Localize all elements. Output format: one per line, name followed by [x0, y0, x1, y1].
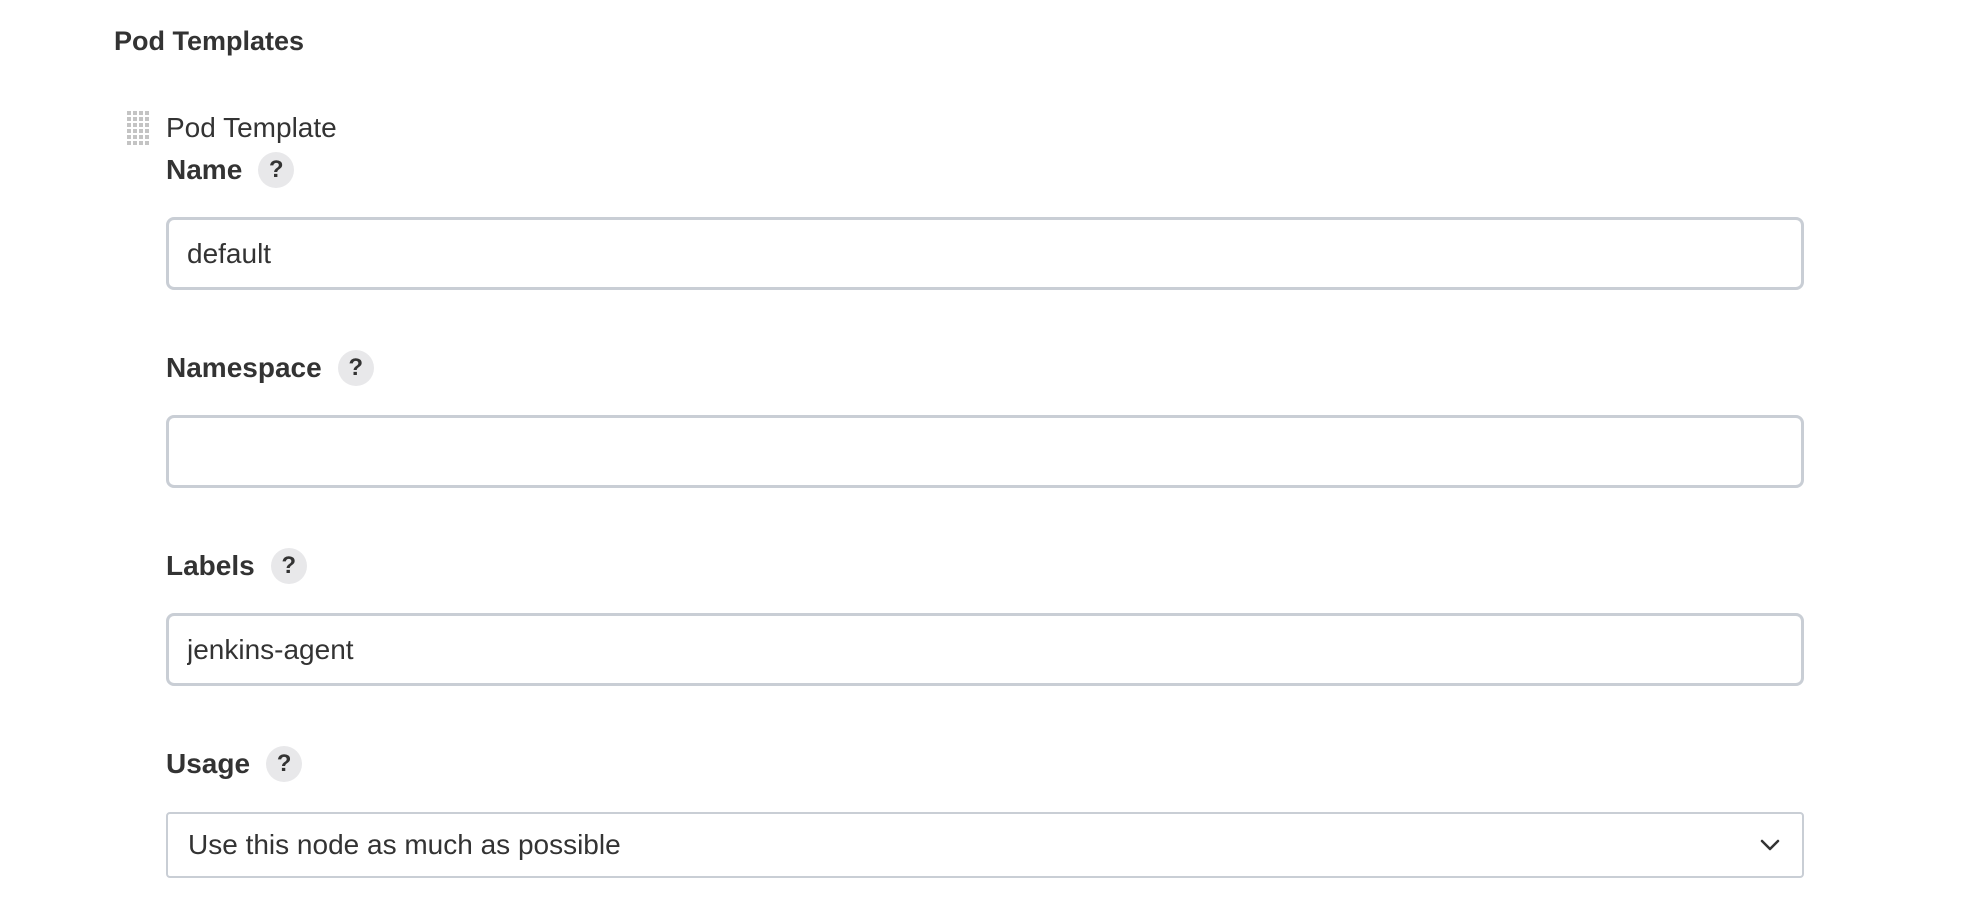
name-input[interactable] — [166, 217, 1804, 290]
pod-templates-page: Pod Templates Pod Template Name ? Namesp… — [0, 0, 1970, 910]
usage-field-label-row: Usage ? — [166, 746, 303, 782]
section-title: Pod Templates — [114, 26, 305, 56]
usage-select[interactable]: Use this node as much as possible — [166, 812, 1804, 878]
name-help-icon[interactable]: ? — [258, 152, 295, 188]
labels-field-label-row: Labels ? — [166, 548, 307, 584]
usage-help-icon[interactable]: ? — [266, 746, 303, 782]
namespace-input[interactable] — [166, 415, 1804, 488]
usage-label: Usage — [166, 748, 251, 779]
labels-label: Labels — [166, 550, 255, 581]
chevron-down-icon — [1758, 833, 1782, 857]
namespace-label: Namespace — [166, 352, 322, 383]
namespace-help-icon[interactable]: ? — [337, 350, 374, 386]
usage-selected-value: Use this node as much as possible — [188, 829, 621, 860]
drag-handle-icon[interactable] — [126, 110, 150, 150]
name-field-label-row: Name ? — [166, 152, 295, 188]
namespace-field-label-row: Namespace ? — [166, 350, 374, 386]
labels-help-icon[interactable]: ? — [270, 548, 307, 584]
name-label: Name — [166, 154, 243, 185]
pod-template-title: Pod Template — [166, 112, 337, 143]
labels-input[interactable] — [166, 613, 1804, 686]
